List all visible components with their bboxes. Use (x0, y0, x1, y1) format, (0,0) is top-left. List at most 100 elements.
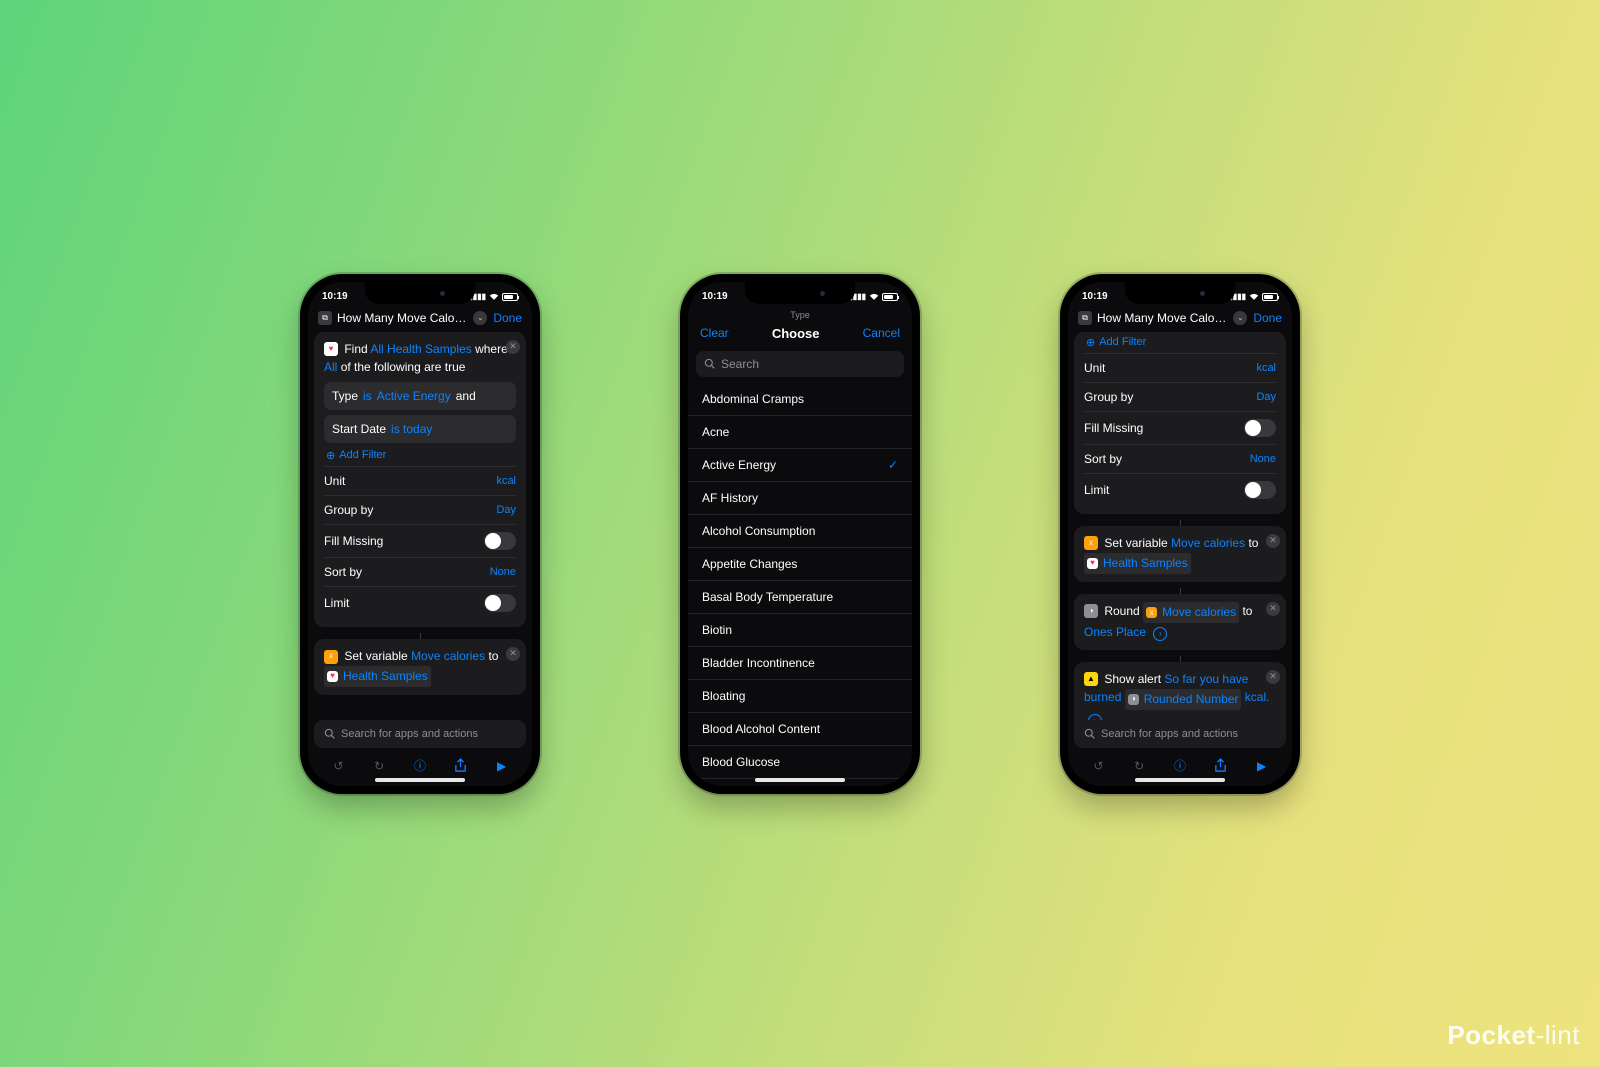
battery-icon (1262, 293, 1278, 301)
list-item[interactable]: Active Energy✓ (688, 449, 912, 482)
groupby-value[interactable]: Day (1256, 391, 1276, 403)
phone-1: 10:19 ▮▮▮▮ ⧉ How Many Move Calories... ⌄… (300, 274, 540, 794)
shortcut-icon: ⧉ (318, 311, 332, 325)
add-filter-button[interactable]: ⊕ Add Filter (1084, 336, 1276, 349)
filter-tail: and (456, 389, 476, 403)
cancel-button[interactable]: Cancel (863, 326, 900, 340)
unit-value[interactable]: kcal (1256, 362, 1276, 374)
search-placeholder: Search (721, 357, 759, 371)
actions-search[interactable]: Search for apps and actions (1074, 720, 1286, 748)
action-set-variable[interactable]: ✕ x Set variable Move calories to ♥ Heal… (314, 639, 526, 695)
health-icon: ♥ (324, 342, 338, 356)
health-icon: ♥ (1087, 558, 1098, 569)
filter-row-type[interactable]: Type is Active Energy and (324, 382, 516, 410)
sortby-value[interactable]: None (1250, 453, 1276, 465)
limit-toggle[interactable] (484, 594, 516, 612)
close-icon[interactable]: ✕ (1266, 670, 1280, 684)
done-button[interactable]: Done (493, 311, 522, 325)
unit-value[interactable]: kcal (496, 475, 516, 487)
variable-value-token[interactable]: ♥ Health Samples (324, 666, 431, 687)
wifi-icon (489, 293, 499, 301)
filter-key: Type (332, 389, 358, 403)
share-icon[interactable] (452, 757, 470, 775)
find-label: Find (344, 342, 367, 356)
play-icon[interactable]: ▶ (493, 757, 511, 775)
list-item[interactable]: AF History (688, 482, 912, 515)
alert-text-2[interactable]: kcal. (1245, 690, 1270, 704)
picker-list: Abdominal CrampsAcneActive Energy✓AF His… (688, 383, 912, 786)
rule-rest: of the following are true (341, 360, 466, 374)
close-icon[interactable]: ✕ (506, 340, 520, 354)
home-indicator[interactable] (375, 778, 465, 782)
variable-value-token[interactable]: ♥ Health Samples (1084, 553, 1191, 574)
list-item[interactable]: Appetite Changes (688, 548, 912, 581)
list-item[interactable]: Blood Glucose (688, 746, 912, 779)
filter-op[interactable]: is (363, 389, 372, 403)
expand-icon[interactable]: › (1153, 627, 1167, 641)
list-item[interactable]: Bladder Incontinence (688, 647, 912, 680)
round-place[interactable]: Ones Place (1084, 625, 1146, 639)
home-indicator[interactable] (1135, 778, 1225, 782)
close-icon[interactable]: ✕ (1266, 602, 1280, 616)
picker-search[interactable]: Search (696, 351, 904, 377)
round-input-token[interactable]: x Move calories (1143, 602, 1239, 623)
sortby-value[interactable]: None (490, 566, 516, 578)
find-param[interactable]: All Health Samples (370, 342, 471, 356)
home-indicator[interactable] (755, 778, 845, 782)
list-item[interactable]: Biotin (688, 614, 912, 647)
list-item[interactable]: Basal Body Temperature (688, 581, 912, 614)
filter-op[interactable]: is today (391, 422, 432, 436)
rounded-number-token[interactable]: ◑ Rounded Number (1125, 689, 1242, 710)
clock: 10:19 (322, 291, 348, 302)
add-filter-button[interactable]: ⊕ Add Filter (324, 443, 516, 462)
list-item[interactable]: Acne (688, 416, 912, 449)
variable-name[interactable]: Move calories (1171, 536, 1245, 550)
list-item[interactable]: Blood Alcohol Content (688, 713, 912, 746)
list-item[interactable]: Abdominal Cramps (688, 383, 912, 416)
close-icon[interactable]: ✕ (1266, 534, 1280, 548)
action-find-health-samples[interactable]: ✕ ♥ Find All Health Samples where All of… (314, 332, 526, 627)
play-icon[interactable]: ▶ (1253, 757, 1271, 775)
title-more-button[interactable]: ⌄ (1233, 311, 1247, 325)
done-button[interactable]: Done (1253, 311, 1282, 325)
fillmissing-toggle[interactable] (484, 532, 516, 550)
search-icon (1084, 728, 1095, 739)
notch (1125, 282, 1235, 304)
share-icon[interactable] (1212, 757, 1230, 775)
info-icon[interactable]: ⓘ (1171, 757, 1189, 775)
connector (1074, 588, 1286, 594)
to-word: to (1242, 604, 1252, 618)
redo-icon[interactable]: ↻ (370, 757, 388, 775)
action-set-variable[interactable]: ✕ x Set variable Move calories to ♥ Heal… (1074, 526, 1286, 582)
screen: 10:19 ▮▮▮▮ ⧉ How Many Move Calories... ⌄… (308, 282, 532, 786)
all-token[interactable]: All (324, 360, 337, 374)
fillmissing-label: Fill Missing (324, 534, 383, 548)
info-icon[interactable]: ⓘ (411, 757, 429, 775)
alert-icon: ▲ (1084, 672, 1098, 686)
round-icon: ◑ (1084, 604, 1098, 618)
undo-icon[interactable]: ↺ (1089, 757, 1107, 775)
clear-button[interactable]: Clear (700, 326, 729, 340)
action-find-tail[interactable]: ⊕ Add Filter Unit kcal Group by Day Fill… (1074, 332, 1286, 514)
close-icon[interactable]: ✕ (506, 647, 520, 661)
filter-value[interactable]: Active Energy (377, 389, 451, 403)
redo-icon[interactable]: ↻ (1130, 757, 1148, 775)
undo-icon[interactable]: ↺ (329, 757, 347, 775)
variable-name[interactable]: Move calories (411, 649, 485, 663)
plus-icon: ⊕ (1086, 336, 1095, 349)
action-round[interactable]: ✕ ◑ Round x Move calories to Ones Place … (1074, 594, 1286, 650)
shortcut-icon: ⧉ (1078, 311, 1092, 325)
to-word: to (1248, 536, 1258, 550)
fillmissing-toggle[interactable] (1244, 419, 1276, 437)
picker-header: Clear Choose Cancel (688, 320, 912, 347)
nav-bar: ⧉ How Many Move Calories... ⌄ Done (1068, 306, 1292, 330)
groupby-value[interactable]: Day (496, 504, 516, 516)
round-icon: ◑ (1128, 694, 1139, 705)
limit-toggle[interactable] (1244, 481, 1276, 499)
title-more-button[interactable]: ⌄ (473, 311, 487, 325)
actions-search[interactable]: Search for apps and actions (314, 720, 526, 748)
filter-row-startdate[interactable]: Start Date is today (324, 415, 516, 443)
search-icon (704, 358, 715, 369)
list-item[interactable]: Alcohol Consumption (688, 515, 912, 548)
list-item[interactable]: Bloating (688, 680, 912, 713)
